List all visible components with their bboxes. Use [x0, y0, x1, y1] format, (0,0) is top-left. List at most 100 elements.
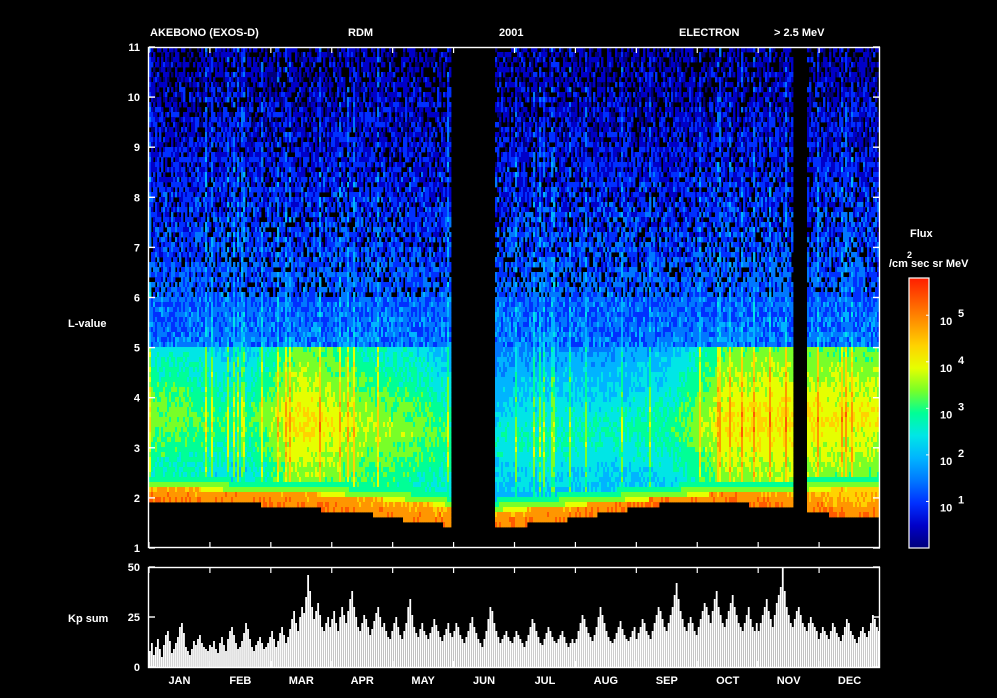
- kp-bar: [822, 627, 824, 667]
- kp-bar: [536, 631, 538, 667]
- kp-bar: [423, 631, 425, 667]
- kp-bar: [748, 607, 750, 667]
- kp-bar: [179, 627, 181, 667]
- kp-bar: [640, 627, 642, 667]
- kp-bar: [389, 639, 391, 667]
- kp-bar: [495, 631, 497, 667]
- kp-bar: [203, 647, 205, 667]
- kp-bar: [259, 637, 261, 667]
- kp-bar: [273, 639, 275, 667]
- month-label: MAY: [411, 675, 435, 687]
- kp-bar: [706, 607, 708, 667]
- kp-bar: [509, 641, 511, 667]
- kp-bar: [385, 631, 387, 667]
- kp-bar: [616, 633, 618, 667]
- kp-bar: [792, 627, 794, 667]
- l-tick-label: 8: [134, 192, 140, 204]
- kp-bar: [756, 623, 758, 667]
- kp-bar: [245, 623, 247, 667]
- kp-bar: [560, 635, 562, 667]
- kp-bar: [540, 643, 542, 667]
- kp-bar: [479, 643, 481, 667]
- kp-bar: [169, 641, 171, 667]
- kp-bar: [620, 621, 622, 667]
- kp-bar: [722, 623, 724, 667]
- kp-bar: [872, 615, 874, 667]
- kp-bar: [471, 617, 473, 667]
- kp-bar: [257, 641, 259, 667]
- kp-bar: [447, 623, 449, 667]
- kp-bar: [319, 615, 321, 667]
- kp-bar: [568, 647, 570, 667]
- colorbar-tick-base: 10: [940, 363, 952, 375]
- kp-bar: [263, 649, 265, 667]
- kp-bar: [558, 639, 560, 667]
- kp-bar: [359, 631, 361, 667]
- kp-bar: [367, 627, 369, 667]
- kp-bar: [397, 627, 399, 667]
- month-label: APR: [351, 675, 374, 687]
- kp-bar: [858, 637, 860, 667]
- kp-bar: [439, 637, 441, 667]
- l-tick-label: 7: [134, 242, 140, 254]
- kp-bar: [876, 627, 878, 667]
- kp-bar: [694, 631, 696, 667]
- kp-bar: [646, 631, 648, 667]
- kp-bar: [427, 639, 429, 667]
- kp-bar: [812, 623, 814, 667]
- kp-bar: [227, 639, 229, 667]
- kp-bar: [275, 647, 277, 667]
- month-label: JAN: [168, 675, 190, 687]
- kp-bar: [309, 591, 311, 667]
- kp-bar: [473, 627, 475, 667]
- kp-bar: [215, 649, 217, 667]
- kp-bar: [786, 607, 788, 667]
- kp-bar: [604, 623, 606, 667]
- kp-bar: [716, 591, 718, 667]
- kp-bar: [405, 623, 407, 667]
- kp-bar: [738, 623, 740, 667]
- kp-bar: [441, 641, 443, 667]
- kp-bar: [844, 627, 846, 667]
- kp-bar: [764, 607, 766, 667]
- kp-bar: [596, 627, 598, 667]
- kp-bar: [730, 603, 732, 667]
- kp-bar: [802, 623, 804, 667]
- kp-bar: [550, 631, 552, 667]
- kp-bar: [337, 631, 339, 667]
- kp-bar: [335, 623, 337, 667]
- kp-bar: [746, 615, 748, 667]
- kp-bar: [578, 631, 580, 667]
- kp-bar: [239, 647, 241, 667]
- kp-bar: [321, 627, 323, 667]
- kp-bar: [790, 623, 792, 667]
- kp-bar: [457, 627, 459, 667]
- kp-bar: [379, 617, 381, 667]
- kp-bar: [592, 641, 594, 667]
- kp-bar: [267, 643, 269, 667]
- kp-bar: [720, 615, 722, 667]
- kp-bar: [177, 637, 179, 667]
- kp-bar: [868, 631, 870, 667]
- kp-bar: [403, 631, 405, 667]
- kp-bar: [277, 641, 279, 667]
- kp-bar: [421, 623, 423, 667]
- kp-bar: [788, 615, 790, 667]
- kp-bar: [455, 623, 457, 667]
- kp-bar: [189, 655, 191, 667]
- kp-bar: [836, 633, 838, 667]
- colorbar-tick-exp: 1: [958, 494, 964, 506]
- kp-bar: [704, 603, 706, 667]
- kp-bar: [419, 629, 421, 667]
- kp-bar: [850, 631, 852, 667]
- kp-bar: [546, 633, 548, 667]
- kp-bar: [483, 639, 485, 667]
- kp-bar: [289, 629, 291, 667]
- kp-bar: [507, 637, 509, 667]
- kp-bar: [185, 647, 187, 667]
- kp-bar: [710, 623, 712, 667]
- kp-bar: [497, 637, 499, 667]
- kp-bar: [754, 631, 756, 667]
- kp-bar: [173, 649, 175, 667]
- kp-bar: [600, 607, 602, 667]
